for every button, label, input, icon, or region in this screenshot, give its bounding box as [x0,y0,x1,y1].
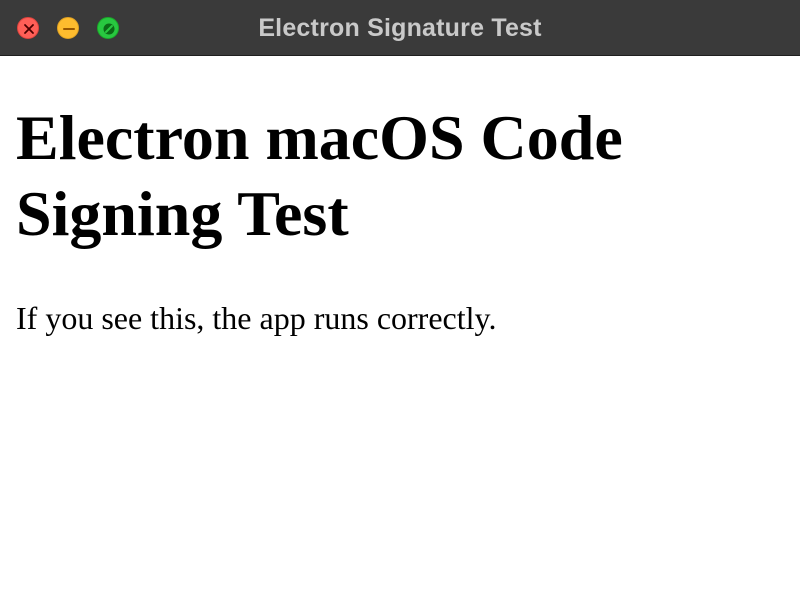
page-heading: Electron macOS Code Signing Test [16,102,623,249]
status-message: If you see this, the app runs correctly. [16,300,497,336]
window-title: Electron Signature Test [258,14,542,42]
app-window: Electron Signature Test Electron macOS C… [0,0,800,600]
title-bar[interactable]: Electron Signature Test [0,0,800,56]
page-content: Electron macOS Code Signing Test If you … [16,100,786,338]
